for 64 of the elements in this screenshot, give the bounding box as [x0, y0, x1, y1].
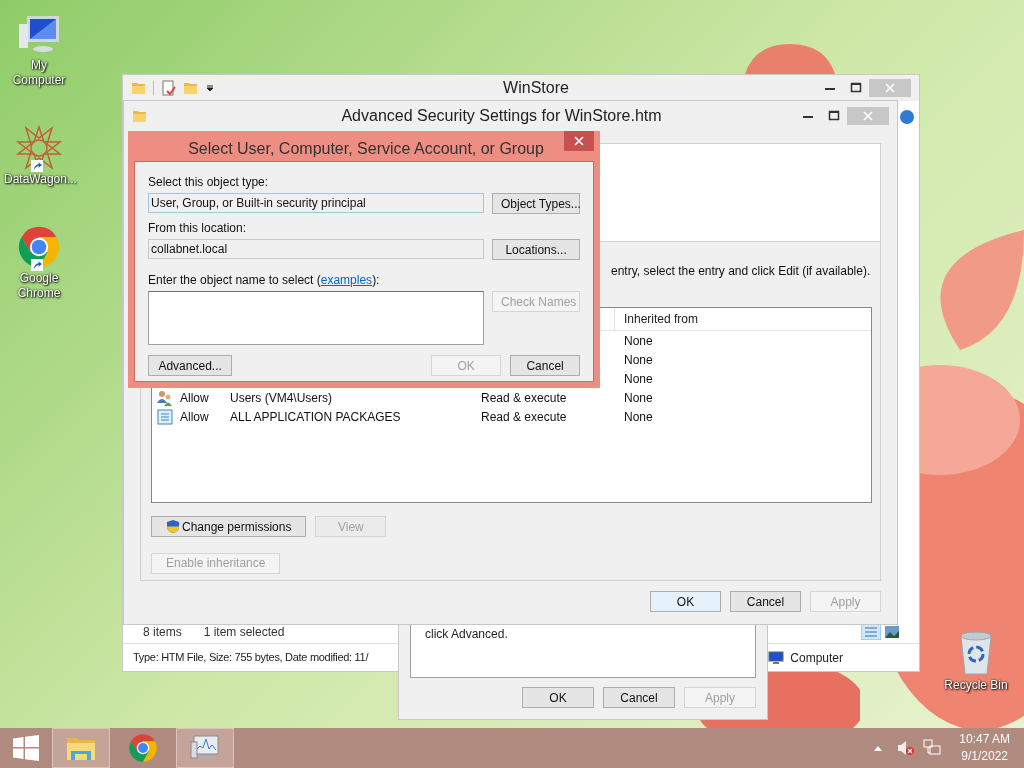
object-type-field[interactable]: User, Group, or Built-in security principal — [148, 193, 484, 213]
location-label: Computer — [790, 649, 843, 667]
window-title: Advanced Security Settings for WinStore.htm — [341, 106, 662, 126]
table-cell-text: Read & execute — [481, 389, 568, 407]
dialog-button[interactable]: Cancel — [730, 591, 801, 612]
dialog-button[interactable]: Cancel — [510, 355, 580, 376]
shield-icon — [166, 519, 180, 534]
packages-icon — [157, 408, 173, 425]
table-cell-text: None — [624, 408, 654, 426]
selection-count: 1 item selected — [203, 624, 285, 641]
computer-icon — [17, 14, 61, 54]
speaker-muted-icon[interactable] — [897, 740, 916, 756]
examples-link[interactable]: examples — [320, 273, 373, 287]
table-cell-text: None — [624, 370, 654, 388]
table-cell-text: Users (VM4\Users) — [230, 389, 333, 407]
network-icon[interactable] — [923, 739, 942, 757]
folder-icon — [131, 80, 147, 96]
taskbar-app[interactable] — [52, 728, 110, 768]
chrome-icon — [128, 733, 158, 763]
action-button[interactable]: Change permissions — [151, 516, 307, 537]
table-cell-text: Allow — [180, 389, 210, 407]
start-icon[interactable] — [13, 735, 39, 761]
dialog-button[interactable]: Locations... — [492, 239, 580, 260]
dropdown-icon[interactable] — [205, 83, 215, 93]
dialog-button[interactable]: OK — [650, 591, 721, 612]
monitor-chart-icon — [190, 734, 220, 762]
dialog-button[interactable]: Cancel — [603, 687, 675, 708]
item-count: 8 items — [143, 624, 182, 641]
star-pattern-icon — [16, 125, 62, 171]
dialog-title: Select User, Computer, Service Account, or Group — [188, 139, 544, 159]
table-cell-text: None — [624, 351, 654, 369]
location-field[interactable]: collabnet.local — [148, 239, 485, 259]
taskbar-app[interactable] — [176, 728, 234, 768]
dialog-button[interactable]: Object Types... — [492, 193, 580, 214]
chrome-icon — [17, 225, 61, 269]
field-label: Select this object type: — [148, 174, 270, 191]
dialog-text: click Advanced. — [425, 626, 509, 643]
show-hidden-icons[interactable] — [873, 744, 884, 752]
close-icon[interactable] — [564, 131, 594, 151]
toolbar-separator — [153, 81, 155, 95]
instruction-text: entry, select the entry and click Edit (if available). — [611, 264, 871, 278]
computer-icon — [768, 650, 785, 665]
clock-time[interactable]: 10:47 AM — [959, 731, 1010, 748]
folder-icon — [132, 108, 148, 124]
table-cell-text: ALL APPLICATION PACKAGES — [230, 408, 402, 426]
table-cell-text: None — [624, 389, 654, 407]
image-view-icon[interactable] — [885, 626, 899, 638]
dialog-button[interactable]: OK — [522, 687, 594, 708]
column-header[interactable]: Inherited from — [614, 308, 871, 330]
field-label: From this location: — [148, 220, 248, 237]
object-name-field[interactable] — [148, 291, 484, 345]
users-icon — [157, 389, 173, 406]
field-label: Enter the object name to select (examples): — [148, 272, 381, 289]
new-folder-icon — [183, 80, 199, 96]
shortcut-arrow-icon — [31, 259, 43, 271]
shortcut-arrow-icon — [31, 160, 43, 172]
file-details: Type: HTM File, Size: 755 bytes, Date modified: 11/ — [133, 650, 369, 666]
window-title: WinStore — [503, 78, 569, 98]
table-cell-text: Read & execute — [481, 408, 568, 426]
table-cell-text: None — [624, 332, 654, 350]
dialog-button[interactable]: Advanced... — [148, 355, 233, 376]
properties-icon[interactable] — [161, 80, 177, 96]
table-cell-text: Allow — [180, 408, 210, 426]
clock-date[interactable]: 9/1/2022 — [961, 748, 1008, 765]
